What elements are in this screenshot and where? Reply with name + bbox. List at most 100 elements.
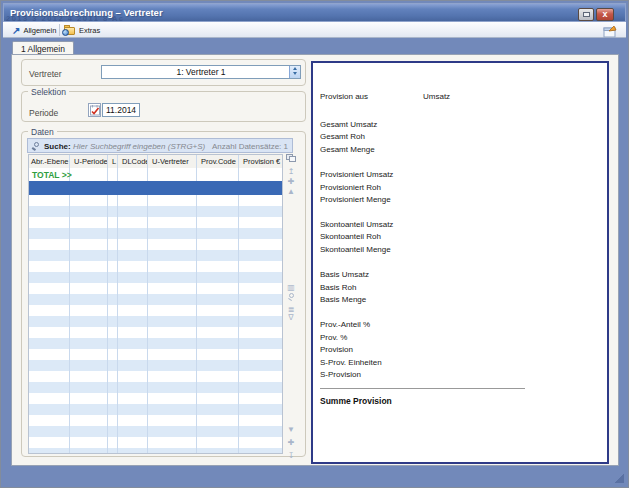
cell xyxy=(29,217,70,228)
cell xyxy=(118,294,148,305)
close-button[interactable]: x xyxy=(596,8,614,21)
column-header-6[interactable]: Prov.Code xyxy=(197,155,239,168)
cell xyxy=(118,349,148,360)
table-row[interactable] xyxy=(29,228,282,239)
table-row[interactable] xyxy=(29,305,282,316)
table-row[interactable] xyxy=(29,448,282,454)
cell xyxy=(239,283,283,294)
cell xyxy=(118,250,148,261)
table-row[interactable] xyxy=(29,393,282,404)
total-row[interactable]: TOTAL >> xyxy=(29,168,282,181)
vertreter-combobox[interactable]: 1: Vertreter 1 xyxy=(101,65,301,79)
menu-extras[interactable]: Extras xyxy=(64,23,100,37)
cell xyxy=(197,404,239,415)
cell xyxy=(70,228,108,239)
table-row[interactable] xyxy=(29,217,282,228)
scroll-down-icon[interactable]: ▼ xyxy=(285,425,297,436)
cell xyxy=(70,217,108,228)
table-row[interactable] xyxy=(29,261,282,272)
column-header-2[interactable]: U-Periode xyxy=(70,155,108,168)
cell xyxy=(118,382,148,393)
selected-row[interactable] xyxy=(29,181,282,195)
menu-separator xyxy=(59,24,60,36)
summary-label: Basis Menge xyxy=(320,295,366,304)
summary-label: Basis Roh xyxy=(320,283,356,292)
cell xyxy=(29,305,70,316)
periode-input[interactable] xyxy=(102,103,140,117)
column-chooser-icon[interactable] xyxy=(285,153,297,164)
table-row[interactable] xyxy=(29,338,282,349)
column-header-3[interactable]: L xyxy=(108,155,118,168)
cell xyxy=(148,415,197,426)
column-header-4[interactable]: DLCode xyxy=(118,155,148,168)
tab-allgemein[interactable]: 1 Allgemein xyxy=(12,41,74,55)
cell xyxy=(239,327,283,338)
cell xyxy=(239,261,283,272)
cell xyxy=(29,316,70,327)
column-header-1[interactable]: Abr.-Ebene xyxy=(29,155,70,168)
table-row[interactable] xyxy=(29,437,282,448)
table-row[interactable] xyxy=(29,404,282,415)
table-row[interactable] xyxy=(29,294,282,305)
resize-grip[interactable] xyxy=(614,473,624,483)
cell xyxy=(148,228,197,239)
cell xyxy=(70,371,108,382)
scroll-bottom-icon[interactable]: ↧ xyxy=(285,451,297,462)
cell xyxy=(197,272,239,283)
table-row[interactable] xyxy=(29,195,282,206)
cell xyxy=(118,181,148,195)
table-row[interactable] xyxy=(29,283,282,294)
cell xyxy=(70,448,108,454)
cell xyxy=(70,168,108,181)
table-row[interactable] xyxy=(29,360,282,371)
menu-extras-label: Extras xyxy=(79,26,100,35)
scroll-up-icon[interactable]: ▲ xyxy=(285,187,297,198)
cell xyxy=(70,181,108,195)
filter-icon[interactable]: ∇ xyxy=(285,313,297,324)
nav-plus-down-icon[interactable]: ✚ xyxy=(285,438,297,449)
table-row[interactable] xyxy=(29,206,282,217)
cell xyxy=(29,239,70,250)
cell xyxy=(108,195,118,206)
detach-window-icon[interactable] xyxy=(603,24,618,37)
table-row[interactable] xyxy=(29,415,282,426)
cell xyxy=(148,393,197,404)
column-header-7[interactable]: Provision € xyxy=(239,155,283,168)
cell xyxy=(118,360,148,371)
search-bar[interactable]: Suche: Hier Suchbegriff eingeben (STRG+S… xyxy=(27,138,293,153)
cell xyxy=(29,283,70,294)
cell xyxy=(108,168,118,181)
cell xyxy=(108,206,118,217)
table-row[interactable] xyxy=(29,239,282,250)
total-label: TOTAL >> xyxy=(29,168,72,180)
table-row[interactable] xyxy=(29,382,282,393)
cell xyxy=(239,338,283,349)
table-row[interactable] xyxy=(29,327,282,338)
column-header-5[interactable]: U-Vertreter xyxy=(148,155,197,168)
calendar-button[interactable] xyxy=(88,103,101,117)
cell xyxy=(108,393,118,404)
cell xyxy=(148,327,197,338)
cell xyxy=(197,338,239,349)
cell xyxy=(108,371,118,382)
table-row[interactable] xyxy=(29,316,282,327)
cell xyxy=(197,283,239,294)
cell xyxy=(118,371,148,382)
cell xyxy=(118,327,148,338)
cell xyxy=(70,338,108,349)
menu-allgemein[interactable]: ↗ Allgemein xyxy=(12,23,56,37)
table-row[interactable] xyxy=(29,349,282,360)
table-row[interactable] xyxy=(29,426,282,437)
cell xyxy=(197,217,239,228)
restore-button[interactable] xyxy=(578,8,594,21)
combo-dropdown-button[interactable] xyxy=(289,66,300,78)
summary-label: Basis Umsatz xyxy=(320,270,369,279)
table-row[interactable] xyxy=(29,250,282,261)
cell xyxy=(148,283,197,294)
cell xyxy=(239,415,283,426)
table-row[interactable] xyxy=(29,272,282,283)
magnifier-icon[interactable] xyxy=(288,293,297,302)
table-row[interactable] xyxy=(29,371,282,382)
summary-divider xyxy=(320,388,525,389)
summary-label: Provisioniert Umsatz xyxy=(320,170,393,179)
